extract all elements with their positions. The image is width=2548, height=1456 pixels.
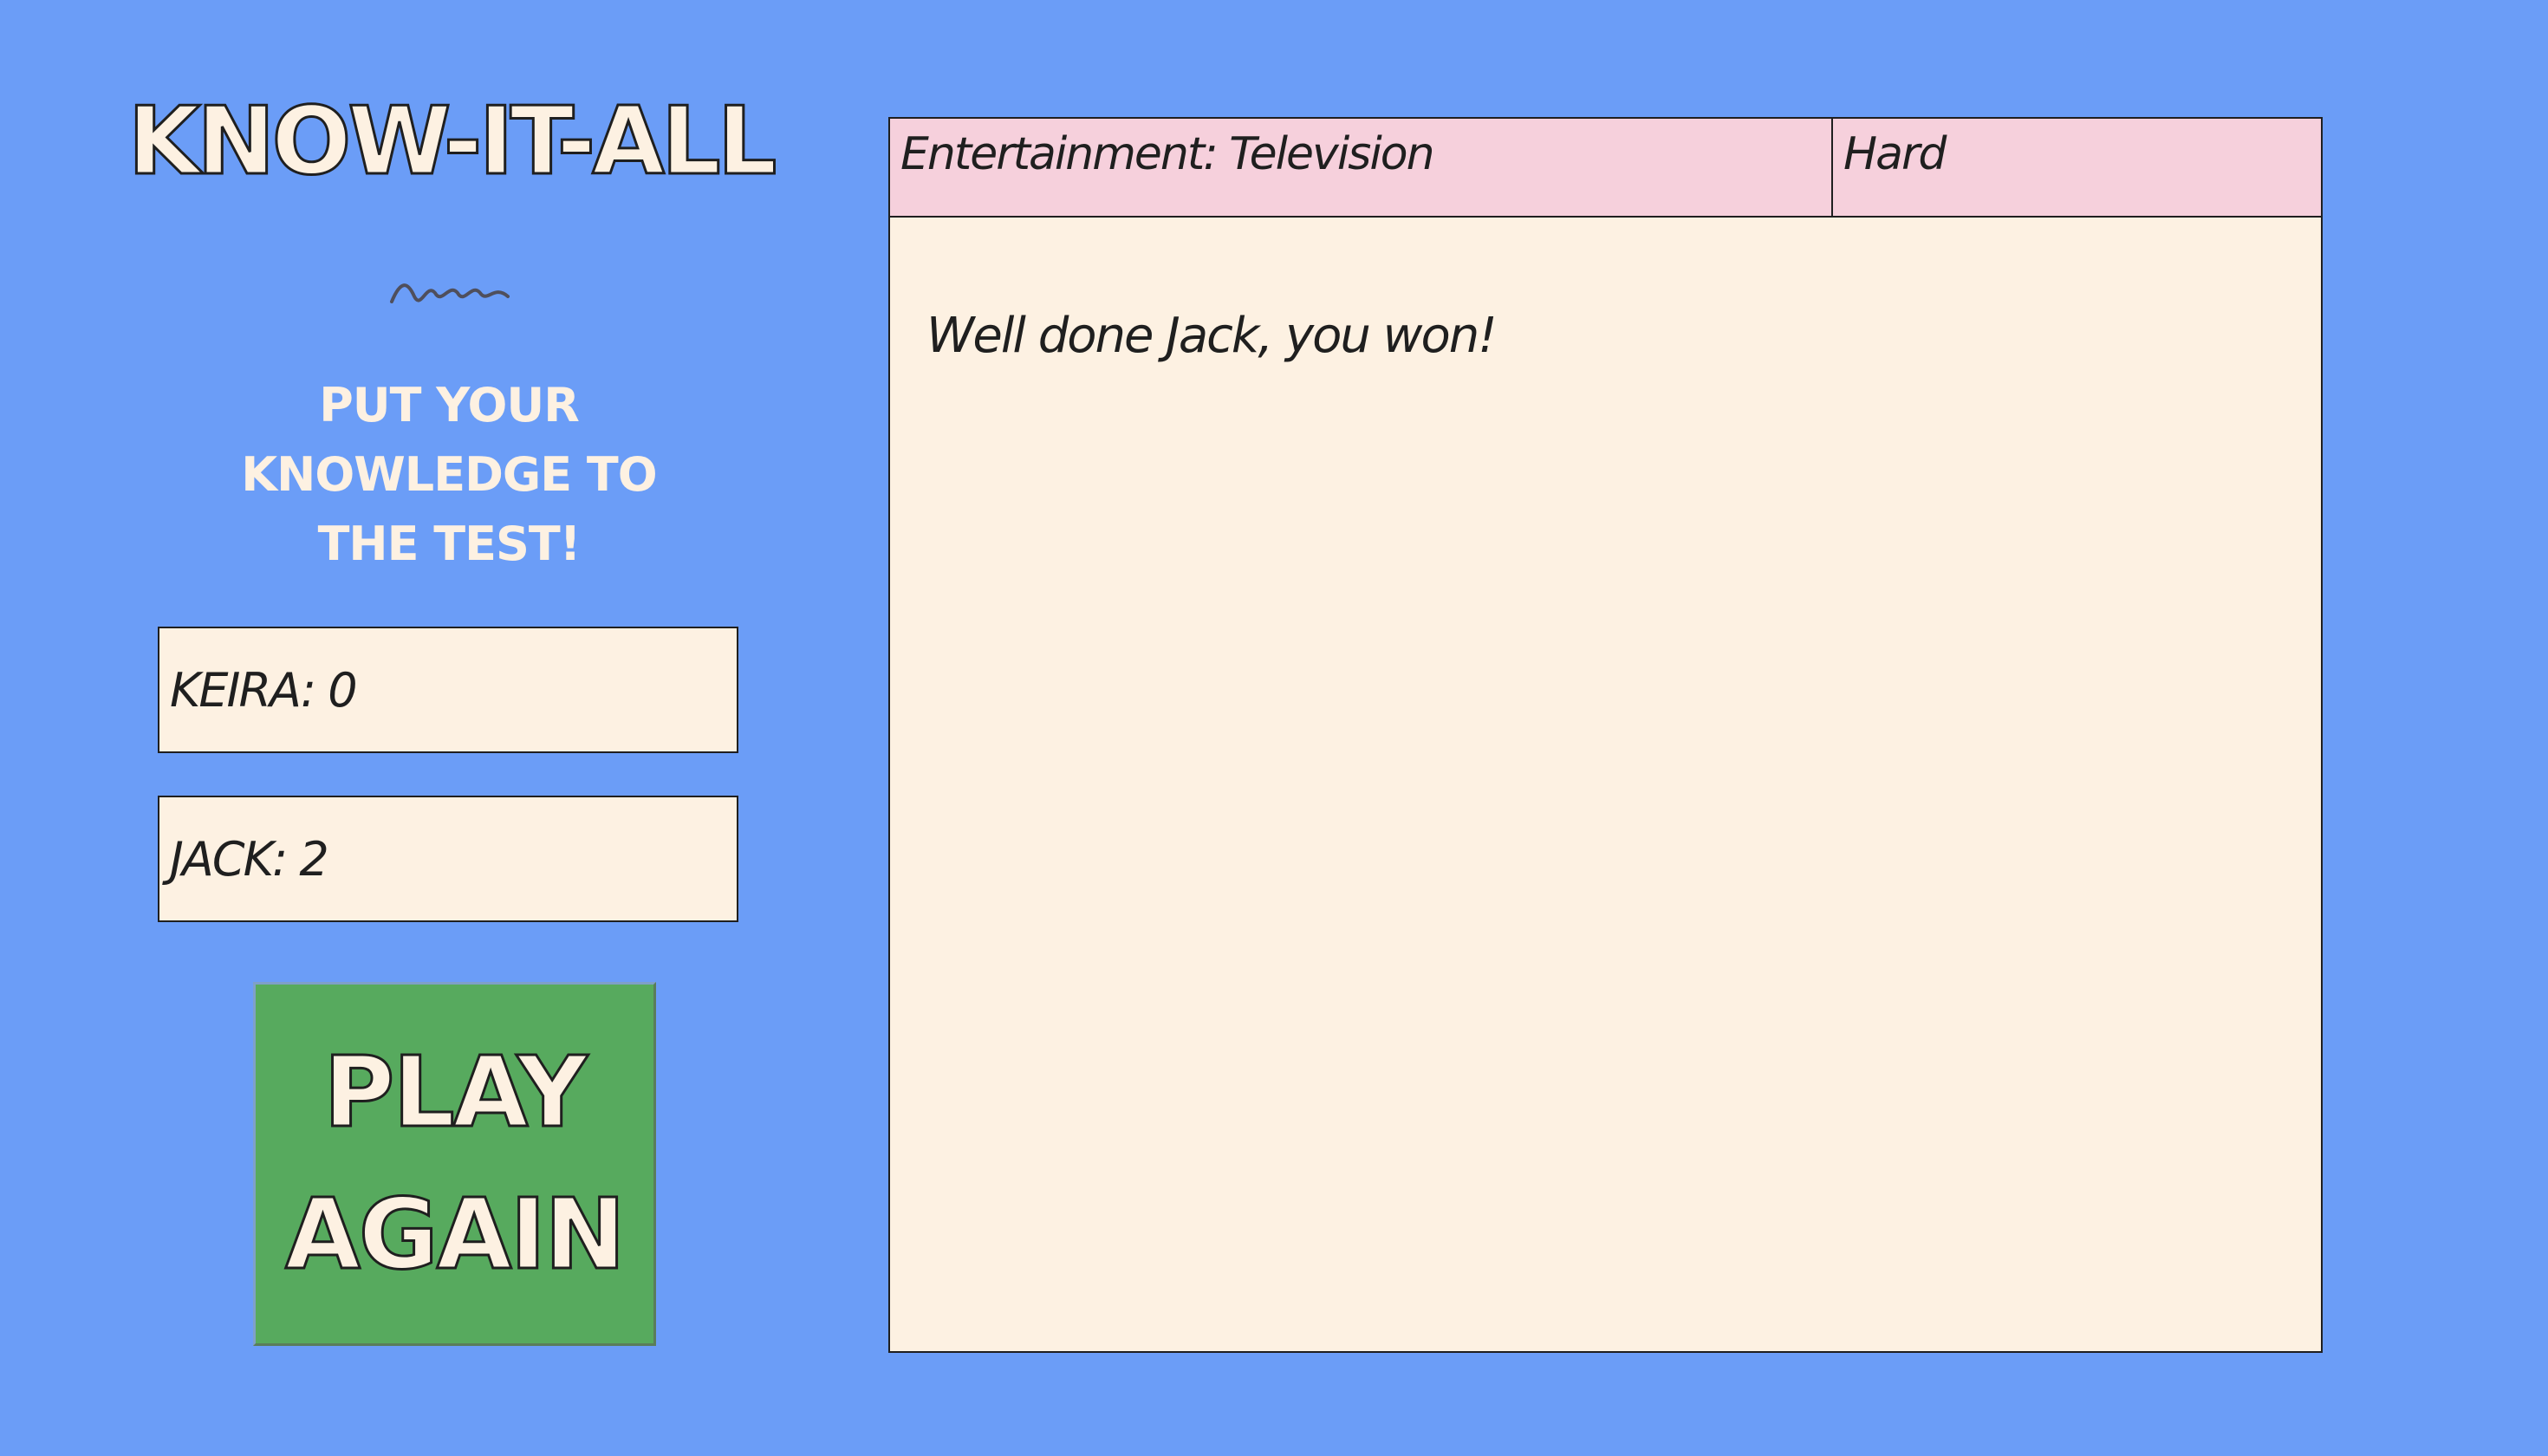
play-again-label-line: PLAY	[322, 1036, 589, 1151]
tagline: PUT YOUR KNOWLEDGE TO THE TEST!	[189, 371, 709, 579]
question-panel: Entertainment: Television Hard Well done…	[888, 117, 2323, 1353]
category-label: Entertainment: Television	[890, 119, 1833, 216]
difficulty-label: Hard	[1843, 128, 1947, 180]
squiggle-icon	[390, 283, 510, 303]
score-jack: JACK: 2	[158, 796, 738, 922]
tagline-line: PUT YOUR	[319, 378, 580, 432]
result-message: Well done Jack, you won!	[926, 308, 1498, 364]
app-title: KNOW-IT-ALL	[127, 88, 778, 196]
tagline-line: KNOWLEDGE TO	[241, 447, 657, 502]
question-header: Entertainment: Television Hard	[890, 119, 2321, 218]
score-keira: KEIRA: 0	[158, 627, 738, 753]
play-again-label-line: AGAIN	[284, 1178, 627, 1293]
play-again-button[interactable]: PLAY AGAIN	[253, 982, 656, 1346]
tagline-line: THE TEST!	[317, 517, 582, 571]
